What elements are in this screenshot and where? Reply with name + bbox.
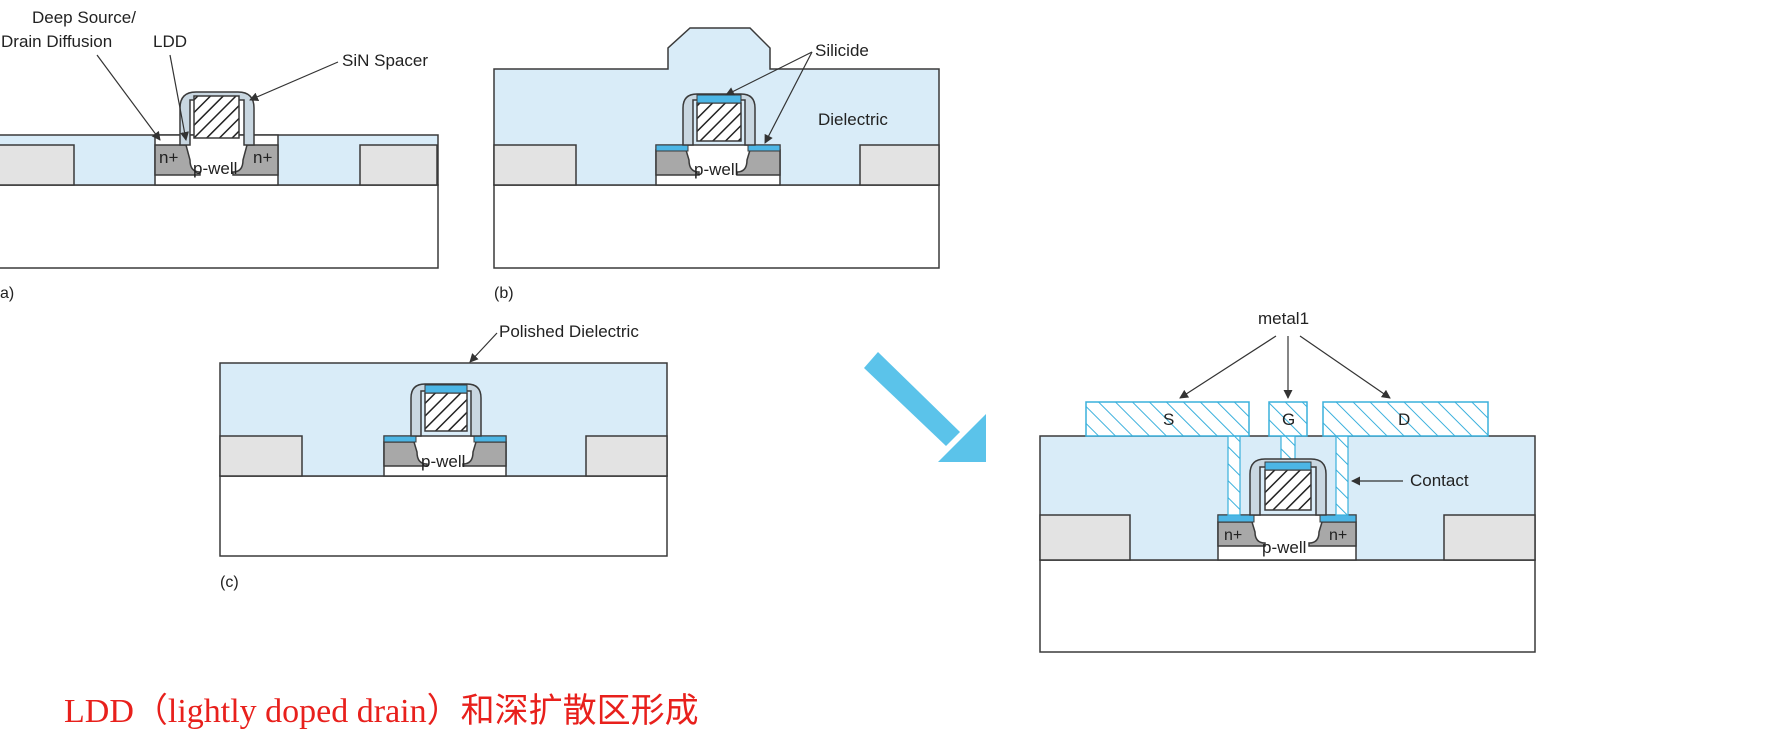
- substrate: [493, 184, 940, 269]
- substrate: [219, 475, 668, 557]
- caption-b: (b): [494, 285, 514, 302]
- leader-spacer: [249, 61, 339, 101]
- gate: [1264, 469, 1312, 511]
- caption-a: a): [0, 285, 14, 302]
- label-ldd: LDD: [153, 32, 187, 51]
- label-dielectric: Dielectric: [818, 110, 888, 129]
- gate: [696, 102, 742, 142]
- leader-polished: [469, 332, 498, 363]
- silicide-gate: [424, 384, 468, 394]
- n-plus-right: n+: [253, 148, 272, 167]
- silicide-gate: [696, 94, 742, 104]
- transition-arrow: [864, 352, 986, 462]
- label-s: S: [1163, 410, 1174, 429]
- caption-c: (c): [220, 574, 239, 591]
- isolation-oxide-right: [359, 144, 438, 186]
- leader-metal1-d: [1299, 335, 1391, 399]
- n-plus-left: n+: [159, 148, 178, 167]
- label-polished-dielectric: Polished Dielectric: [499, 322, 639, 341]
- isolation-oxide-left: [493, 144, 577, 186]
- arrow-shaft: [864, 352, 960, 446]
- silicide-right: [473, 435, 507, 443]
- silicide-left: [655, 144, 689, 152]
- panel-b: p-well Silicide Dielectric (b): [493, 27, 940, 302]
- contact-source: [1227, 435, 1241, 516]
- silicide-right: [747, 144, 781, 152]
- label-deep-source: Deep Source/: [32, 8, 136, 27]
- label-drain-diffusion: Drain Diffusion: [1, 32, 112, 51]
- label-metal1: metal1: [1258, 309, 1309, 328]
- pwell-label: p-well: [694, 160, 738, 179]
- n-plus-right: n+: [1329, 527, 1347, 544]
- isolation-oxide-right: [1443, 514, 1536, 561]
- label-contact: Contact: [1410, 471, 1469, 490]
- silicide-gate: [1264, 461, 1312, 471]
- contact-drain: [1335, 435, 1349, 516]
- silicide-right: [1319, 514, 1357, 523]
- panel-a: n+ n+ p-well Deep Source/ Drain Diffusio…: [0, 8, 439, 302]
- panel-d: S G D n+ n+ p-well metal1 Contact: [1039, 309, 1536, 653]
- gate: [424, 392, 468, 432]
- silicide-left: [383, 435, 417, 443]
- leader-deep: [96, 54, 161, 141]
- label-sin-spacer: SiN Spacer: [342, 51, 428, 70]
- label-g: G: [1282, 410, 1295, 429]
- bottom-caption: LDD（lightly doped drain）和深扩散区形成: [64, 692, 699, 730]
- pwell-label: p-well: [193, 159, 237, 178]
- label-silicide: Silicide: [815, 41, 869, 60]
- isolation-oxide-right: [859, 144, 940, 186]
- n-plus-left: n+: [1224, 527, 1242, 544]
- isolation-oxide-right: [585, 435, 668, 477]
- silicide-left: [1217, 514, 1255, 523]
- isolation-oxide-left: [0, 144, 75, 186]
- pwell-label: p-well: [1262, 538, 1306, 557]
- gate: [193, 95, 240, 139]
- label-d: D: [1398, 410, 1410, 429]
- isolation-oxide-left: [219, 435, 303, 477]
- process-diagram: n+ n+ p-well Deep Source/ Drain Diffusio…: [0, 8, 1536, 730]
- substrate: [0, 184, 439, 269]
- panel-c: p-well Polished Dielectric (c): [219, 322, 668, 591]
- substrate: [1039, 559, 1536, 653]
- pwell-label: p-well: [421, 452, 465, 471]
- isolation-oxide-left: [1039, 514, 1131, 561]
- leader-metal1-s: [1179, 335, 1277, 399]
